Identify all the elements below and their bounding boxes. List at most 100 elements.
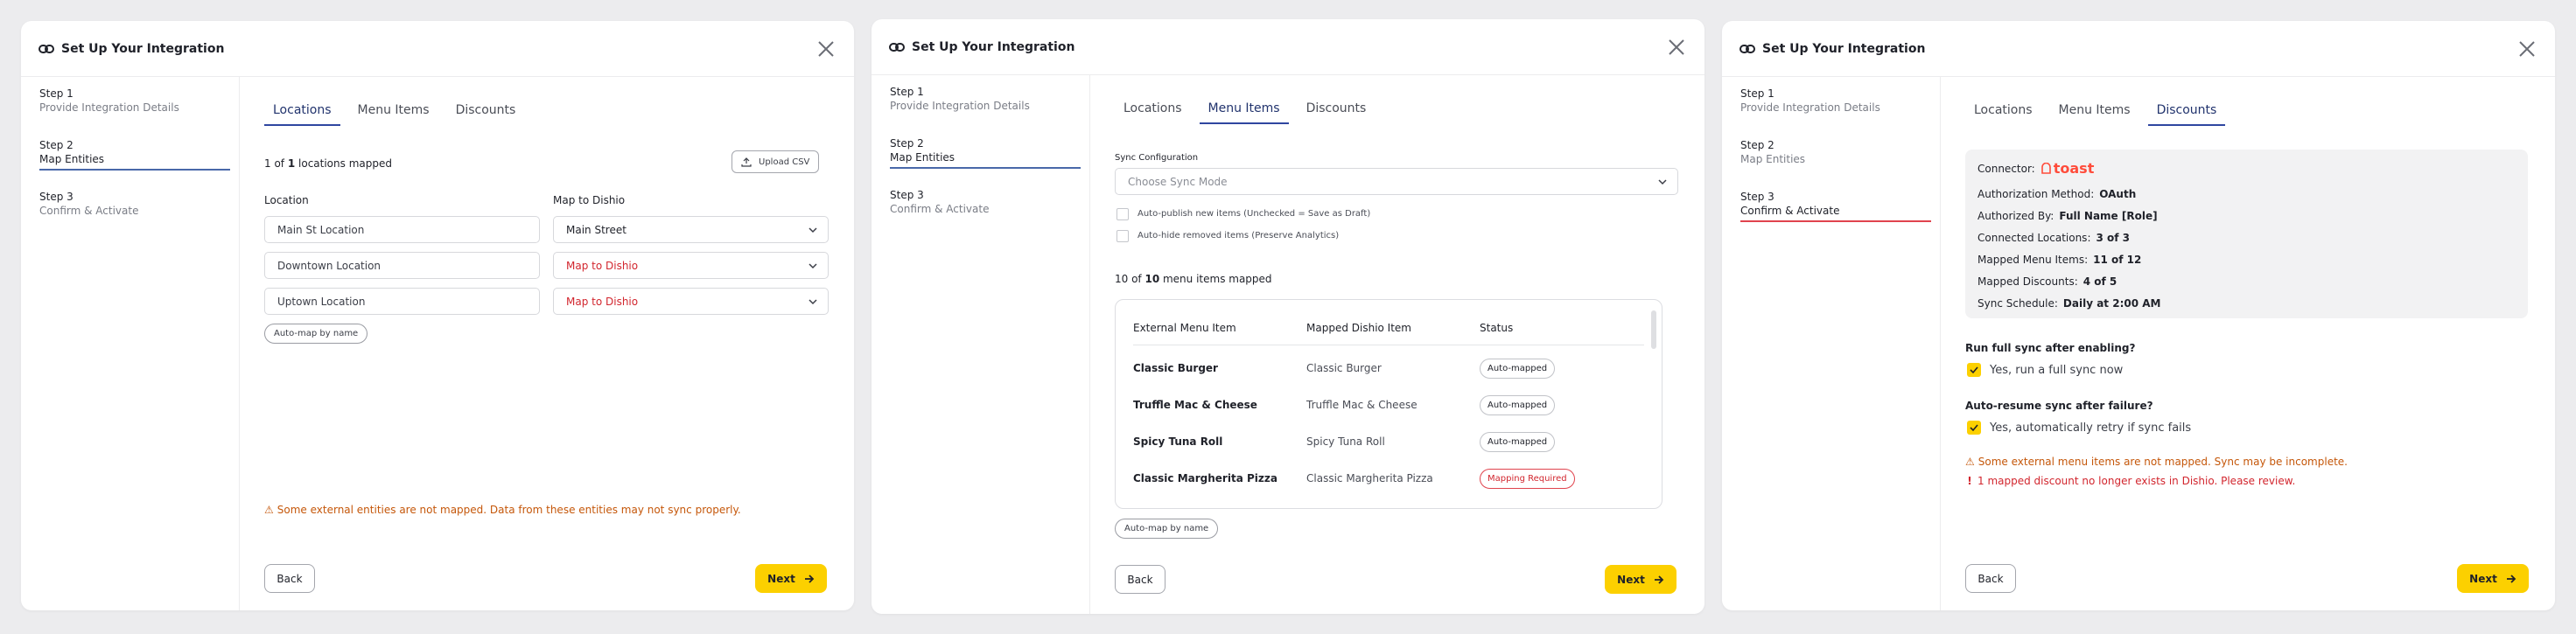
location-field: Main St Location	[264, 216, 540, 243]
warning-icon: ⚠	[1965, 456, 1975, 468]
sync-mode-select[interactable]: Choose Sync Mode	[1115, 168, 1678, 195]
step-name: Map Entities	[890, 151, 956, 164]
tab-bar: Locations Menu Items Discounts	[264, 100, 533, 126]
step-number: Step 2	[890, 137, 924, 150]
count-value: 1	[287, 157, 296, 170]
summary-value: 11 of 12	[2093, 254, 2142, 266]
tab-locations[interactable]: Locations	[1965, 100, 2041, 126]
step-3[interactable]: Step 3 Confirm & Activate	[39, 180, 230, 222]
summary-label: Sync Schedule:	[1978, 297, 2058, 310]
menu-items-table: External Menu Item Mapped Dishio Item St…	[1115, 299, 1662, 509]
main-content: Locations Menu Items Discounts Connector…	[1941, 77, 2555, 610]
step-name: Confirm & Activate	[39, 205, 139, 217]
step-2[interactable]: Step 2 Map Entities	[39, 129, 230, 171]
arrow-right-icon	[1654, 575, 1664, 584]
external-item: Classic Burger	[1133, 362, 1218, 374]
count-prefix: 1 of	[264, 157, 288, 170]
tab-discounts[interactable]: Discounts	[447, 100, 525, 126]
auto-map-button[interactable]: Auto-map by name	[1115, 519, 1219, 539]
step-number: Step 3	[1740, 191, 1774, 203]
summary-value: 4 of 5	[2082, 275, 2118, 288]
tab-menu-items[interactable]: Menu Items	[2050, 100, 2139, 126]
modal-title: Set Up Your Integration	[889, 40, 1074, 54]
auto-map-button[interactable]: Auto-map by name	[264, 324, 368, 344]
main-content: Locations Menu Items Discounts Sync Conf…	[1090, 75, 1704, 614]
map-select[interactable]: Map to Dishio	[553, 288, 829, 315]
step-name: Confirm & Activate	[1740, 205, 1840, 217]
mapped-item: Classic Burger	[1306, 362, 1382, 374]
step-1[interactable]: Step 1 Provide Integration Details	[890, 75, 1081, 117]
step-name: Provide Integration Details	[890, 100, 1030, 112]
step-3[interactable]: Step 3 Confirm & Activate	[890, 178, 1081, 220]
table-row: Classic Burger Classic Burger Auto-mappe…	[1133, 350, 1644, 387]
map-select-value: Map to Dishio	[566, 259, 639, 272]
chevron-down-icon	[808, 263, 817, 269]
scrollbar-thumb[interactable]	[1651, 310, 1656, 349]
integration-modal-locations: Set Up Your Integration Step 1 Provide In…	[21, 21, 854, 610]
back-button[interactable]: Back	[264, 564, 315, 593]
back-button[interactable]: Back	[1115, 565, 1166, 594]
modal-header: Set Up Your Integration	[21, 21, 854, 77]
stepper: Step 1 Provide Integration Details Step 2…	[1722, 77, 1941, 610]
map-select[interactable]: Map to Dishio	[553, 252, 829, 279]
table-row: Classic Margherita Pizza Classic Margher…	[1133, 460, 1644, 497]
step-1[interactable]: Step 1 Provide Integration Details	[1740, 77, 1931, 119]
tab-menu-items[interactable]: Menu Items	[1199, 98, 1289, 124]
link-icon	[889, 42, 905, 52]
modal-title: Set Up Your Integration	[1740, 42, 1925, 56]
integration-summary: Connector: toast Authorization Method: OA…	[1965, 150, 2528, 318]
step-1[interactable]: Step 1 Provide Integration Details	[39, 77, 230, 119]
summary-row: Mapped Menu Items: 11 of 12	[1978, 254, 2141, 266]
auto-hide-checkbox[interactable]	[1116, 230, 1129, 242]
auto-resume-checkbox[interactable]	[1967, 421, 1981, 435]
table-header: External Menu Item Mapped Dishio Item St…	[1133, 310, 1644, 345]
upload-csv-button[interactable]: Upload CSV	[732, 150, 820, 173]
next-button[interactable]: Next	[2457, 564, 2529, 593]
count-value: 10	[1144, 273, 1160, 285]
locations-count: 1 of 1 locations mapped	[264, 157, 392, 170]
back-button[interactable]: Back	[1965, 564, 2016, 593]
toast-icon	[2040, 163, 2051, 174]
sync-config-label: Sync Configuration	[1115, 153, 1199, 163]
chevron-down-icon	[808, 299, 817, 305]
tab-menu-items[interactable]: Menu Items	[349, 100, 438, 126]
header-status: Status	[1480, 321, 1514, 334]
step-number: Step 1	[1740, 87, 1774, 100]
step-2[interactable]: Step 2 Map Entities	[1740, 129, 1931, 171]
full-sync-checkbox[interactable]	[1967, 363, 1981, 377]
summary-label: Mapped Menu Items:	[1978, 254, 2089, 266]
location-field: Downtown Location	[264, 252, 540, 279]
summary-row: Connected Locations: 3 of 3	[1978, 232, 2130, 244]
upload-icon	[741, 157, 752, 167]
summary-value: OAuth	[2099, 188, 2137, 200]
sync-mode-placeholder: Choose Sync Mode	[1128, 175, 1228, 188]
step-2[interactable]: Step 2 Map Entities	[890, 127, 1081, 169]
table-row: Truffle Mac & Cheese Truffle Mac & Chees…	[1133, 387, 1644, 423]
external-item: Truffle Mac & Cheese	[1133, 399, 1257, 411]
close-icon[interactable]	[1666, 37, 1687, 58]
auto-resume-question: Auto-resume sync after failure?	[1965, 400, 2153, 412]
next-button[interactable]: Next	[755, 564, 827, 593]
upload-label: Upload CSV	[759, 157, 810, 167]
mapped-item: Spicy Tuna Roll	[1306, 435, 1385, 448]
menu-items-count: 10 of 10 menu items mapped	[1115, 273, 1272, 285]
auto-publish-checkbox[interactable]	[1116, 208, 1129, 220]
close-icon[interactable]	[2516, 38, 2538, 59]
modal-title-text: Set Up Your Integration	[912, 39, 1075, 54]
next-button[interactable]: Next	[1605, 565, 1676, 594]
arrow-right-icon	[804, 574, 815, 583]
summary-value: 3 of 3	[2096, 232, 2131, 244]
step-name: Confirm & Activate	[890, 203, 990, 215]
map-select[interactable]: Main Street	[553, 216, 829, 243]
stepper: Step 1 Provide Integration Details Step 2…	[872, 75, 1090, 614]
tab-locations[interactable]: Locations	[264, 100, 340, 126]
step-3[interactable]: Step 3 Confirm & Activate	[1740, 180, 1931, 222]
close-icon[interactable]	[816, 38, 836, 59]
external-item: Classic Margherita Pizza	[1133, 472, 1278, 484]
main-content: Locations Menu Items Discounts 1 of 1 lo…	[240, 77, 854, 610]
status-badge: Auto-mapped	[1480, 431, 1556, 452]
mapped-item: Classic Margherita Pizza	[1306, 472, 1433, 484]
tab-discounts[interactable]: Discounts	[2147, 100, 2226, 126]
tab-discounts[interactable]: Discounts	[1298, 98, 1376, 124]
tab-locations[interactable]: Locations	[1115, 98, 1191, 124]
